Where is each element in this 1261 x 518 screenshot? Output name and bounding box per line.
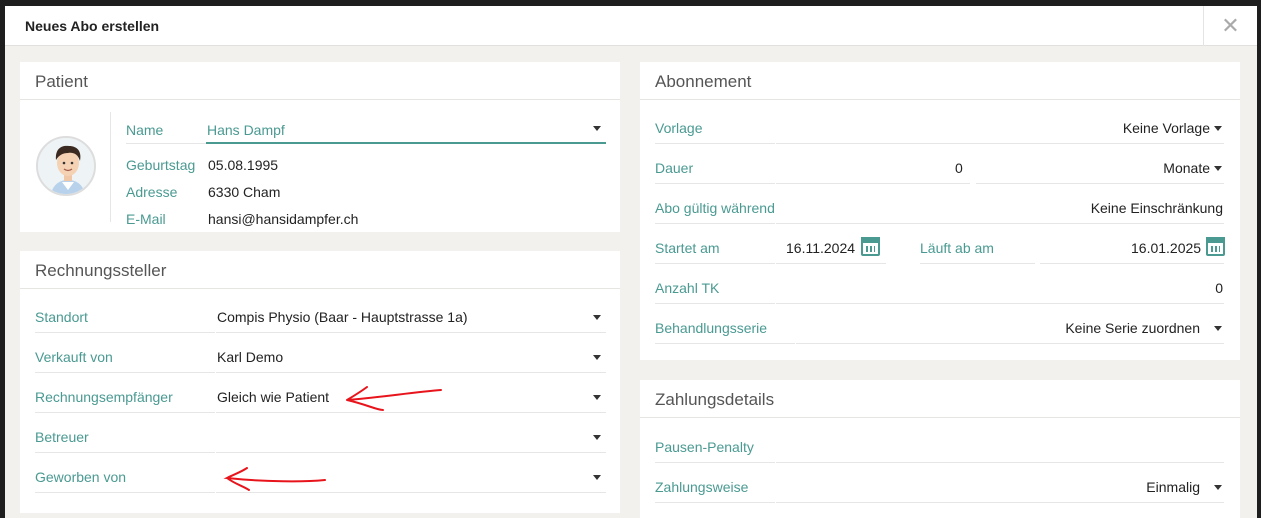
address-label: Adresse bbox=[126, 184, 178, 200]
recipient-label: Rechnungsempfänger bbox=[35, 389, 173, 405]
treatment-count-label: Anzahl TK bbox=[655, 280, 720, 296]
duration-unit-select[interactable]: Monate bbox=[1163, 160, 1210, 176]
supervisor-label-underline bbox=[35, 452, 215, 453]
seller-label: Verkauft von bbox=[35, 349, 113, 365]
subscription-heading: Abonnement bbox=[640, 62, 1240, 100]
recipient-label-underline bbox=[35, 412, 215, 413]
recruiter-select[interactable] bbox=[217, 469, 577, 487]
supervisor-underline bbox=[216, 452, 606, 453]
treatment-count-underline bbox=[776, 303, 1224, 304]
name-select-underline bbox=[206, 142, 606, 144]
biller-panel: Rechnungssteller Standort Compis Physio … bbox=[20, 251, 620, 513]
location-underline bbox=[216, 332, 606, 333]
treatment-series-label: Behandlungsserie bbox=[655, 320, 768, 336]
new-subscription-dialog: Neues Abo erstellen ✕ Patient Name Hans … bbox=[5, 6, 1257, 518]
seller-underline bbox=[216, 372, 606, 373]
birthday-value: 05.08.1995 bbox=[208, 157, 279, 173]
payment-method-label: Zahlungsweise bbox=[655, 479, 749, 495]
patient-panel: Patient Name Hans Dampf Geburtstag 05.08… bbox=[20, 62, 620, 232]
address-value: 6330 Cham bbox=[208, 184, 281, 200]
payment-heading: Zahlungsdetails bbox=[640, 380, 1240, 418]
treatment-series-select[interactable]: Keine Serie zuordnen bbox=[1065, 320, 1200, 336]
start-calendar-icon[interactable] bbox=[861, 237, 880, 256]
location-label-underline bbox=[35, 332, 215, 333]
pause-penalty-underline bbox=[776, 462, 1224, 463]
name-label: Name bbox=[126, 122, 164, 138]
name-label-underline bbox=[126, 143, 206, 144]
birthday-label: Geburtstag bbox=[126, 157, 196, 173]
start-date-label-underline bbox=[655, 263, 775, 264]
subscription-panel: Abonnement Vorlage Keine Vorlage Dauer 0… bbox=[640, 62, 1240, 360]
duration-unit-dropdown-icon[interactable] bbox=[1214, 166, 1222, 171]
pause-penalty-input[interactable] bbox=[776, 439, 1216, 457]
template-select[interactable]: Keine Vorlage bbox=[1123, 120, 1210, 136]
expiry-date-label: Läuft ab am bbox=[920, 240, 994, 256]
seller-dropdown-icon[interactable] bbox=[593, 355, 601, 360]
treatment-series-label-underline bbox=[655, 343, 795, 344]
location-label: Standort bbox=[35, 309, 88, 325]
expiry-date-label-underline bbox=[920, 263, 1035, 264]
pause-penalty-label-underline bbox=[655, 462, 775, 463]
start-date-underline bbox=[776, 263, 886, 264]
avatar-portrait-icon bbox=[38, 138, 94, 194]
dialog-header: Neues Abo erstellen ✕ bbox=[5, 6, 1257, 46]
email-value: hansi@hansidampfer.ch bbox=[208, 211, 359, 227]
start-date-label: Startet am bbox=[655, 240, 720, 256]
duration-label-underline bbox=[655, 183, 775, 184]
location-dropdown-icon[interactable] bbox=[593, 315, 601, 320]
name-select[interactable]: Hans Dampf bbox=[207, 122, 285, 138]
duration-unit-underline bbox=[976, 183, 1224, 184]
treatment-count-input[interactable]: 0 bbox=[1215, 280, 1223, 296]
avatar-divider bbox=[110, 112, 111, 222]
validity-label-underline bbox=[655, 223, 775, 224]
pause-penalty-label: Pausen-Penalty bbox=[655, 439, 754, 455]
treatment-count-label-underline bbox=[655, 303, 775, 304]
dialog-title: Neues Abo erstellen bbox=[25, 18, 160, 34]
payment-method-select[interactable]: Einmalig bbox=[1146, 479, 1200, 495]
patient-heading: Patient bbox=[20, 62, 620, 100]
expiry-calendar-icon[interactable] bbox=[1206, 237, 1225, 256]
avatar bbox=[36, 136, 96, 196]
duration-input-underline bbox=[776, 183, 970, 184]
location-select[interactable]: Compis Physio (Baar - Hauptstrasse 1a) bbox=[217, 309, 468, 325]
biller-heading: Rechnungssteller bbox=[20, 251, 620, 289]
supervisor-select[interactable] bbox=[217, 429, 577, 447]
template-label-underline bbox=[655, 143, 775, 144]
duration-label: Dauer bbox=[655, 160, 694, 176]
recipient-select[interactable]: Gleich wie Patient bbox=[217, 389, 329, 405]
validity-underline bbox=[776, 223, 1224, 224]
template-dropdown-icon[interactable] bbox=[1214, 126, 1222, 131]
recruiter-label-underline bbox=[35, 492, 215, 493]
recruiter-underline bbox=[216, 492, 606, 493]
template-label: Vorlage bbox=[655, 120, 703, 136]
expiry-date-underline bbox=[1040, 263, 1224, 264]
validity-label: Abo gültig während bbox=[655, 200, 775, 216]
treatment-series-dropdown-icon[interactable] bbox=[1214, 326, 1222, 331]
close-button[interactable]: ✕ bbox=[1203, 6, 1257, 46]
recipient-dropdown-icon[interactable] bbox=[593, 395, 601, 400]
seller-select[interactable]: Karl Demo bbox=[217, 349, 283, 365]
seller-label-underline bbox=[35, 372, 215, 373]
supervisor-label: Betreuer bbox=[35, 429, 89, 445]
name-dropdown-icon[interactable] bbox=[593, 126, 601, 131]
payment-panel: Zahlungsdetails Pausen-Penalty Zahlungsw… bbox=[640, 380, 1240, 518]
start-date-input[interactable]: 16.11.2024 bbox=[786, 240, 855, 256]
template-underline bbox=[776, 143, 1224, 144]
payment-method-label-underline bbox=[655, 502, 775, 503]
recipient-underline bbox=[216, 412, 606, 413]
duration-input[interactable]: 0 bbox=[955, 160, 963, 176]
recruiter-dropdown-icon[interactable] bbox=[593, 475, 601, 480]
payment-method-underline bbox=[776, 502, 1224, 503]
recruiter-label: Geworben von bbox=[35, 469, 127, 485]
email-label: E-Mail bbox=[126, 211, 166, 227]
supervisor-dropdown-icon[interactable] bbox=[593, 435, 601, 440]
payment-method-dropdown-icon[interactable] bbox=[1214, 485, 1222, 490]
expiry-date-input[interactable]: 16.01.2025 bbox=[1131, 240, 1201, 256]
validity-value[interactable]: Keine Einschränkung bbox=[1091, 200, 1223, 216]
close-icon[interactable]: ✕ bbox=[1221, 15, 1239, 37]
treatment-series-underline bbox=[796, 343, 1224, 344]
